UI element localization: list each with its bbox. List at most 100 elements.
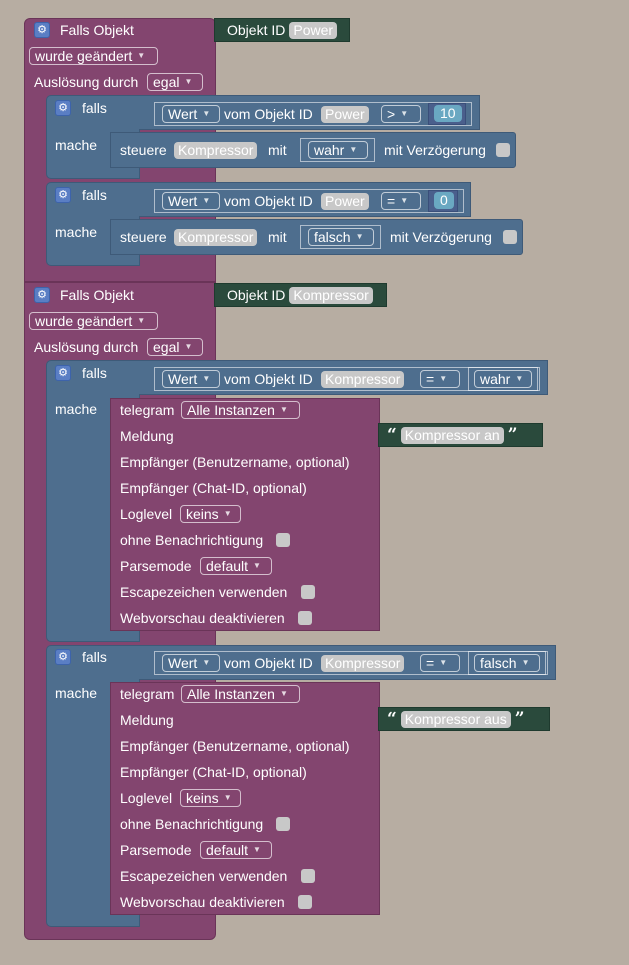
number-field[interactable]: 10 (434, 105, 462, 122)
gear-icon[interactable]: ⚙ (55, 365, 71, 381)
gear-icon[interactable]: ⚙ (55, 649, 71, 665)
object-field[interactable]: Kompressor (321, 371, 405, 388)
gear-icon[interactable]: ⚙ (34, 287, 50, 303)
vom-objekt-id-label: vom Objekt ID (224, 371, 313, 387)
mache-label: mache (55, 137, 98, 153)
object-field[interactable]: Power (321, 106, 369, 123)
chevron-down-icon: ▼ (253, 561, 261, 570)
parsemode-dropdown[interactable]: default ▼ (200, 841, 272, 859)
loglevel-dropdown[interactable]: keins ▼ (180, 789, 241, 807)
target-object-field[interactable]: Kompressor (174, 229, 258, 246)
mit-label: mit (268, 229, 287, 245)
gear-icon[interactable]: ⚙ (34, 22, 50, 38)
escape-checkbox[interactable] (301, 585, 315, 599)
meldung-label: Meldung (120, 712, 174, 728)
property-dropdown[interactable]: Wert ▼ (162, 654, 220, 672)
target-object-field[interactable]: Kompressor (174, 142, 258, 159)
object-id-field[interactable]: Power (289, 21, 338, 39)
escape-checkbox[interactable] (301, 869, 315, 883)
operator-dropdown[interactable]: = ▼ (420, 370, 460, 388)
mit-verzoegerung-label: mit Verzögerung (390, 229, 492, 245)
parsemode-dropdown[interactable]: default ▼ (200, 557, 272, 575)
text-block[interactable]: “ Kompressor an ” (378, 423, 543, 447)
bool-dropdown[interactable]: falsch ▼ (308, 228, 374, 246)
falls-label: falls (82, 365, 107, 381)
chevron-down-icon: ▼ (202, 658, 211, 667)
object-id-label: Objekt ID (227, 22, 286, 38)
falls-objekt-label: Falls Objekt (60, 287, 134, 303)
operator-dropdown[interactable]: = ▼ (420, 654, 460, 672)
loglevel-dropdown[interactable]: keins ▼ (180, 505, 241, 523)
operator-dropdown[interactable]: > ▼ (381, 105, 421, 123)
escapezeichen-label: Escapezeichen verwenden (120, 584, 288, 600)
trigger-by-dropdown[interactable]: egal ▼ (147, 338, 203, 356)
empfaenger-chat-label: Empfänger (Chat-ID, optional) (120, 480, 307, 496)
loglevel-label: Loglevel (120, 790, 173, 806)
webpreview-checkbox[interactable] (298, 611, 312, 625)
chevron-down-icon: ▼ (400, 109, 409, 118)
message-text-field[interactable]: Kompressor an (400, 426, 504, 444)
chevron-down-icon: ▼ (184, 77, 193, 86)
parsemode-label: Parsemode (120, 558, 192, 574)
trigger-by-label: Auslösung durch (34, 339, 139, 355)
chevron-down-icon: ▼ (184, 342, 193, 351)
mache-label: mache (55, 224, 98, 240)
object-id-block[interactable]: Objekt ID Power (214, 18, 350, 42)
chevron-down-icon: ▼ (349, 145, 358, 154)
parsemode-label: Parsemode (120, 842, 192, 858)
property-dropdown[interactable]: Wert ▼ (162, 370, 220, 388)
empfaenger-user-label: Empfänger (Benutzername, optional) (120, 454, 350, 470)
object-field[interactable]: Power (321, 193, 369, 210)
vom-objekt-id-label: vom Objekt ID (224, 106, 313, 122)
trigger-by-label: Auslösung durch (34, 74, 139, 90)
delay-checkbox[interactable] (496, 143, 510, 157)
chevron-down-icon: ▼ (223, 509, 232, 518)
bool-dropdown[interactable]: falsch ▼ (474, 654, 540, 672)
mit-verzoegerung-label: mit Verzögerung (384, 142, 486, 158)
object-id-label: Objekt ID (227, 287, 286, 303)
silent-checkbox[interactable] (276, 817, 290, 831)
telegram-instance-dropdown[interactable]: Alle Instanzen ▼ (181, 685, 300, 703)
number-field[interactable]: 0 (434, 192, 454, 209)
falls-label: falls (82, 649, 107, 665)
mache-label: mache (55, 401, 98, 417)
operator-dropdown[interactable]: = ▼ (381, 192, 421, 210)
gear-icon[interactable]: ⚙ (55, 187, 71, 203)
silent-checkbox[interactable] (276, 533, 290, 547)
property-dropdown[interactable]: Wert ▼ (162, 105, 220, 123)
chevron-down-icon: ▼ (439, 374, 448, 383)
empfaenger-user-label: Empfänger (Benutzername, optional) (120, 738, 350, 754)
steuere-label: steuere (120, 229, 167, 245)
ohne-benachrichtigung-label: ohne Benachrichtigung (120, 532, 264, 548)
bool-dropdown[interactable]: wahr ▼ (308, 141, 368, 159)
telegram-label: telegram (120, 402, 175, 418)
mache-label: mache (55, 685, 98, 701)
change-mode-dropdown[interactable]: wurde geändert ▼ (29, 47, 158, 65)
text-block[interactable]: “ Kompressor aus ” (378, 707, 550, 731)
ohne-benachrichtigung-label: ohne Benachrichtigung (120, 816, 264, 832)
chevron-down-icon: ▼ (223, 793, 232, 802)
steuere-label: steuere (120, 142, 167, 158)
chevron-down-icon: ▼ (521, 658, 530, 667)
message-text-field[interactable]: Kompressor aus (400, 710, 511, 728)
trigger-by-dropdown[interactable]: egal ▼ (147, 73, 203, 91)
falls-label: falls (82, 187, 107, 203)
chevron-down-icon: ▼ (400, 196, 409, 205)
telegram-instance-dropdown[interactable]: Alle Instanzen ▼ (181, 401, 300, 419)
bool-dropdown[interactable]: wahr ▼ (474, 370, 532, 388)
object-id-block[interactable]: Objekt ID Kompressor (214, 283, 387, 307)
object-id-field[interactable]: Kompressor (289, 286, 373, 304)
chevron-down-icon: ▼ (279, 405, 288, 414)
object-field[interactable]: Kompressor (321, 655, 405, 672)
vom-objekt-id-label: vom Objekt ID (224, 193, 313, 209)
gear-icon[interactable]: ⚙ (55, 100, 71, 116)
change-mode-dropdown[interactable]: wurde geändert ▼ (29, 312, 158, 330)
property-dropdown[interactable]: Wert ▼ (162, 192, 220, 210)
delay-checkbox[interactable] (503, 230, 517, 244)
webpreview-checkbox[interactable] (298, 895, 312, 909)
chevron-down-icon: ▼ (355, 232, 364, 241)
meldung-label: Meldung (120, 428, 174, 444)
telegram-label: telegram (120, 686, 175, 702)
chevron-down-icon: ▼ (202, 196, 211, 205)
webvorschau-label: Webvorschau deaktivieren (120, 894, 285, 910)
